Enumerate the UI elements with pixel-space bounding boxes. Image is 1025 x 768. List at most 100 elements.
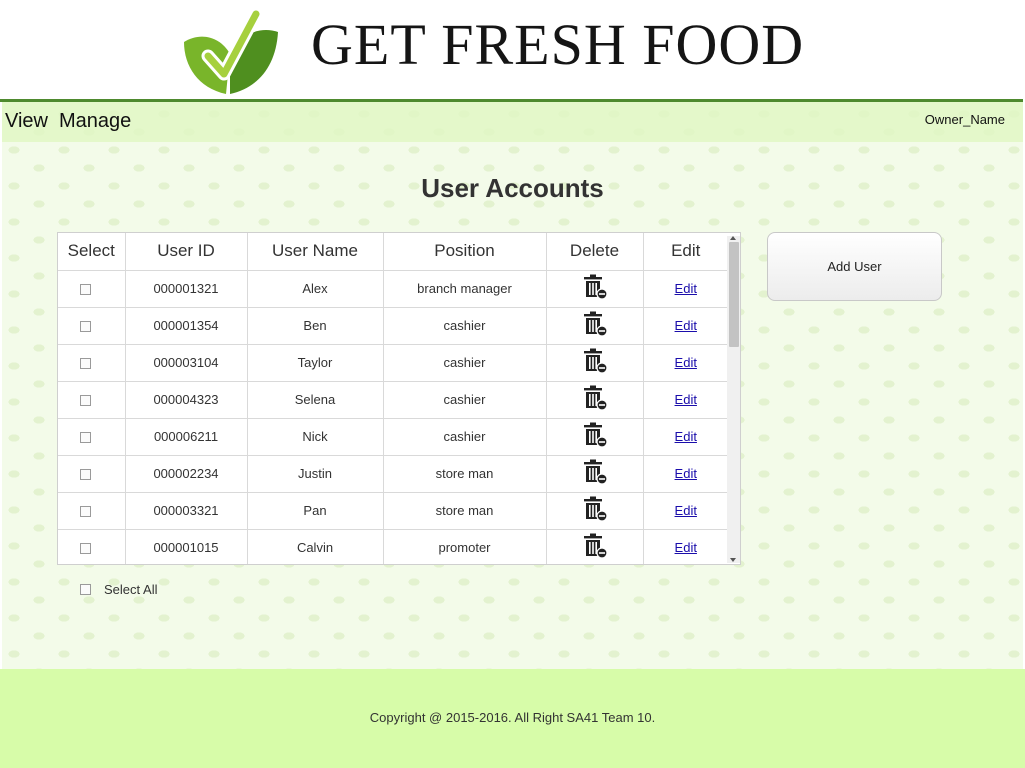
row-select-cell: [58, 381, 126, 419]
position-cell: cashier: [383, 418, 547, 456]
user-id-cell: 000001321: [125, 270, 248, 308]
delete-cell: [546, 307, 644, 345]
select-all-checkbox[interactable]: [80, 584, 91, 595]
edit-link[interactable]: Edit: [675, 540, 697, 555]
user-id-cell: 000004323: [125, 381, 248, 419]
table-row: 000003321 Pan store man Edit: [58, 492, 728, 530]
position-cell: cashier: [383, 307, 547, 345]
table-row: 000003104 Taylor cashier Edit: [58, 344, 728, 382]
delete-cell: [546, 381, 644, 419]
header-select: Select: [58, 233, 126, 271]
header: GET FRESH FOOD: [0, 0, 1025, 100]
edit-link[interactable]: Edit: [675, 503, 697, 518]
scroll-up-arrow-icon[interactable]: [730, 236, 736, 240]
user-name-cell: Justin: [247, 455, 384, 493]
table-row: 000006211 Nick cashier Edit: [58, 418, 728, 456]
table-row: 000001015 Calvin promoter Edit: [58, 529, 728, 564]
user-id-cell: 000001354: [125, 307, 248, 345]
user-id-cell: 000006211: [125, 418, 248, 456]
trash-icon[interactable]: [582, 274, 608, 303]
delete-cell: [546, 492, 644, 530]
row-checkbox[interactable]: [80, 321, 92, 333]
header-user-id: User ID: [125, 233, 248, 271]
table-body: 000001321 Alex branch manager Edit 000001354…: [58, 270, 728, 564]
delete-cell: [546, 344, 644, 382]
edit-cell: Edit: [643, 307, 728, 345]
edit-link[interactable]: Edit: [675, 355, 697, 370]
user-id-cell: 000002234: [125, 455, 248, 493]
trash-icon[interactable]: [582, 385, 608, 414]
user-id-cell: 000001015: [125, 529, 248, 564]
trash-icon[interactable]: [582, 496, 608, 525]
position-cell: store man: [383, 492, 547, 530]
header-edit: Edit: [643, 233, 728, 271]
scrollbar-thumb[interactable]: [729, 242, 739, 347]
edit-link[interactable]: Edit: [675, 318, 697, 333]
scroll-down-arrow-icon[interactable]: [730, 558, 736, 562]
edit-cell: Edit: [643, 418, 728, 456]
row-checkbox[interactable]: [80, 432, 92, 444]
page-title: User Accounts: [421, 173, 604, 203]
add-user-button[interactable]: Add User: [767, 232, 942, 301]
table-row: 000004323 Selena cashier Edit: [58, 381, 728, 419]
select-all[interactable]: Select All: [80, 582, 157, 597]
delete-cell: [546, 455, 644, 493]
trash-icon[interactable]: [582, 348, 608, 377]
header-user-name: User Name: [247, 233, 384, 271]
delete-cell: [546, 529, 644, 564]
user-name-cell: Taylor: [247, 344, 384, 382]
copyright-text: Copyright @ 2015-2016. All Right SA41 Te…: [369, 710, 656, 725]
edit-link[interactable]: Edit: [675, 466, 697, 481]
table-header-row: Select User ID User Name Position Delete…: [58, 233, 728, 271]
position-cell: branch manager: [383, 270, 547, 308]
row-select-cell: [58, 529, 126, 564]
user-name-cell: Calvin: [247, 529, 384, 564]
edit-cell: Edit: [643, 492, 728, 530]
row-checkbox[interactable]: [80, 358, 92, 370]
table-row: 000001354 Ben cashier Edit: [58, 307, 728, 345]
user-table: Select User ID User Name Position Delete…: [58, 233, 728, 564]
nav-view[interactable]: View: [5, 110, 48, 133]
trash-icon[interactable]: [582, 422, 608, 451]
nav-bar: [2, 102, 1023, 142]
nav-manage[interactable]: Manage: [59, 110, 131, 133]
trash-icon[interactable]: [582, 459, 608, 488]
position-cell: store man: [383, 455, 547, 493]
trash-icon[interactable]: [582, 311, 608, 340]
row-select-cell: [58, 492, 126, 530]
row-checkbox[interactable]: [80, 543, 92, 555]
edit-link[interactable]: Edit: [675, 281, 697, 296]
user-name-cell: Nick: [247, 418, 384, 456]
edit-cell: Edit: [643, 381, 728, 419]
position-cell: cashier: [383, 344, 547, 382]
edit-link[interactable]: Edit: [675, 392, 697, 407]
owner-name[interactable]: Owner_Name: [925, 112, 1005, 127]
header-position: Position: [383, 233, 547, 271]
row-checkbox[interactable]: [80, 284, 92, 296]
edit-link[interactable]: Edit: [675, 429, 697, 444]
table-row: 000002234 Justin store man Edit: [58, 455, 728, 493]
position-cell: cashier: [383, 381, 547, 419]
user-id-cell: 000003104: [125, 344, 248, 382]
row-checkbox[interactable]: [80, 469, 92, 481]
edit-cell: Edit: [643, 270, 728, 308]
row-select-cell: [58, 270, 126, 308]
row-select-cell: [58, 455, 126, 493]
user-table-container: Select User ID User Name Position Delete…: [57, 232, 741, 565]
user-name-cell: Alex: [247, 270, 384, 308]
checkmark-leaf-logo: [184, 7, 278, 94]
edit-cell: Edit: [643, 344, 728, 382]
user-name-cell: Pan: [247, 492, 384, 530]
row-checkbox[interactable]: [80, 506, 92, 518]
edit-cell: Edit: [643, 455, 728, 493]
select-all-label: Select All: [104, 582, 158, 597]
header-delete: Delete: [546, 233, 644, 271]
trash-icon[interactable]: [582, 533, 608, 562]
user-id-cell: 000003321: [125, 492, 248, 530]
user-name-cell: Ben: [247, 307, 384, 345]
table-row: 000001321 Alex branch manager Edit: [58, 270, 728, 308]
row-checkbox[interactable]: [80, 395, 92, 407]
user-name-cell: Selena: [247, 381, 384, 419]
row-select-cell: [58, 344, 126, 382]
row-select-cell: [58, 418, 126, 456]
